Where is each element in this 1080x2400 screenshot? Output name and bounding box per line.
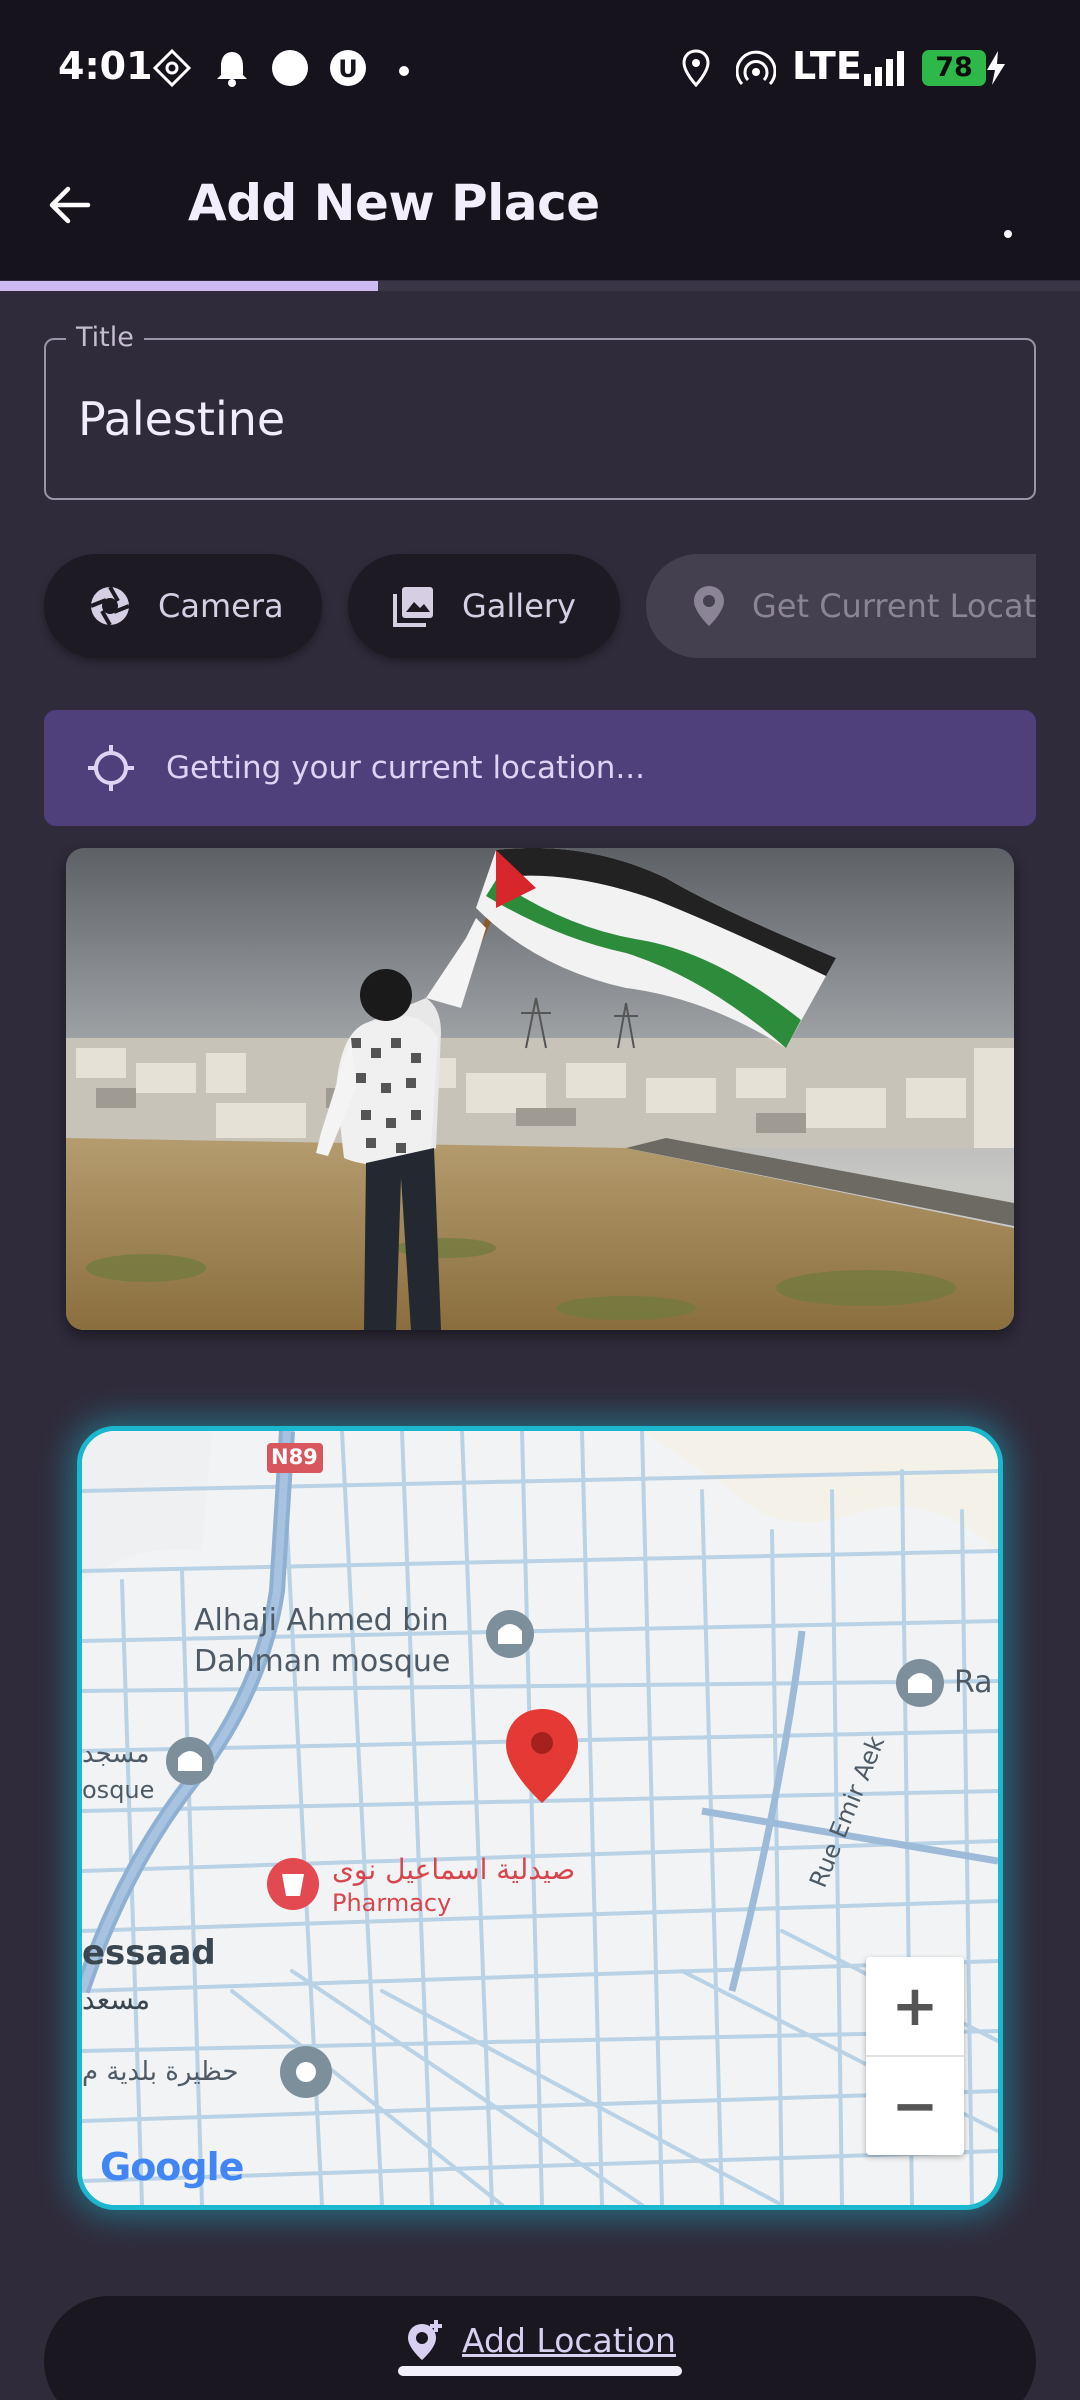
signal-icon (862, 48, 908, 92)
zoom-in-label: + (891, 1973, 939, 2039)
zoom-controls: + − (866, 1957, 964, 2155)
u-app-icon: U (328, 48, 368, 92)
battery-level: 78 (922, 50, 986, 86)
page-title: Add New Place (188, 174, 600, 232)
map-view[interactable]: N89 Alhaji Ahmed bin Dahman mosque مسجد … (77, 1426, 1003, 2210)
mosque-label-line2: Dahman mosque (194, 1644, 451, 1679)
svg-text:U: U (338, 55, 358, 83)
add-location-label: Add Location (462, 2320, 676, 2360)
mosque-pin-1 (486, 1610, 534, 1658)
mosque2-label-line1: مسجد (82, 1739, 150, 1769)
title-input[interactable] (78, 392, 978, 446)
pharmacy-label-en: Pharmacy (332, 1889, 452, 1917)
poi-label-ar: حظيرة بلدية م (82, 2057, 239, 2087)
circle-app-icon (270, 48, 310, 92)
title-field-label: Title (66, 322, 144, 353)
status-bar: 4:01 U LTE 78 (0, 0, 1080, 130)
add-location-button[interactable]: Add Location (44, 2296, 1036, 2400)
progress-fill (0, 281, 378, 291)
place-photo (66, 848, 1014, 1330)
get-current-location-label: Get Current Location (752, 587, 1036, 625)
pharmacy-label-ar: صيدلية اسماعيل نوى (332, 1853, 576, 1886)
overflow-dot[interactable] (1004, 230, 1012, 238)
status-time: 4:01 (58, 44, 153, 88)
area-label-en: essaad (82, 1933, 216, 1973)
location-status-text: Getting your current location... (166, 750, 646, 786)
poi-edge-label: Ra (954, 1665, 993, 1700)
title-field[interactable]: Title (44, 322, 1036, 500)
camera-icon (88, 584, 132, 628)
mosque2-label-line2: osque (82, 1776, 155, 1804)
app-bar: Add New Place (0, 130, 1080, 280)
hotspot-icon (735, 48, 777, 92)
crosshair-icon (86, 743, 136, 793)
google-logo: Google (100, 2145, 244, 2189)
camera-button[interactable]: Camera (44, 554, 322, 658)
home-indicator[interactable] (398, 2366, 682, 2376)
get-current-location-button[interactable]: Get Current Location (646, 554, 1036, 658)
road-shield-label: N89 (271, 1445, 318, 1469)
gallery-label: Gallery (462, 587, 576, 625)
zoom-out-button[interactable]: − (866, 2057, 964, 2155)
network-type: LTE (792, 44, 862, 88)
location-pin-icon (692, 584, 726, 628)
back-arrow-icon[interactable] (44, 180, 94, 234)
camera-label: Camera (158, 587, 284, 625)
location-status-banner: Getting your current location... (44, 710, 1036, 826)
mosque-label-line1: Alhaji Ahmed bin (194, 1603, 449, 1638)
zoom-in-button[interactable]: + (866, 1957, 964, 2055)
bell-icon (214, 48, 250, 92)
location-status-icon (680, 48, 712, 92)
more-dot-icon (398, 62, 410, 81)
progress-bar (0, 281, 1080, 291)
add-location-icon (404, 2318, 444, 2362)
gallery-button[interactable]: Gallery (348, 554, 620, 658)
add-location-content: Add Location (404, 2318, 676, 2362)
area-label-ar: مسعد (82, 1983, 151, 2016)
gallery-icon (392, 584, 436, 628)
zoom-out-label: − (891, 2073, 939, 2139)
vpn-icon (152, 48, 192, 92)
charging-icon (984, 48, 1008, 92)
